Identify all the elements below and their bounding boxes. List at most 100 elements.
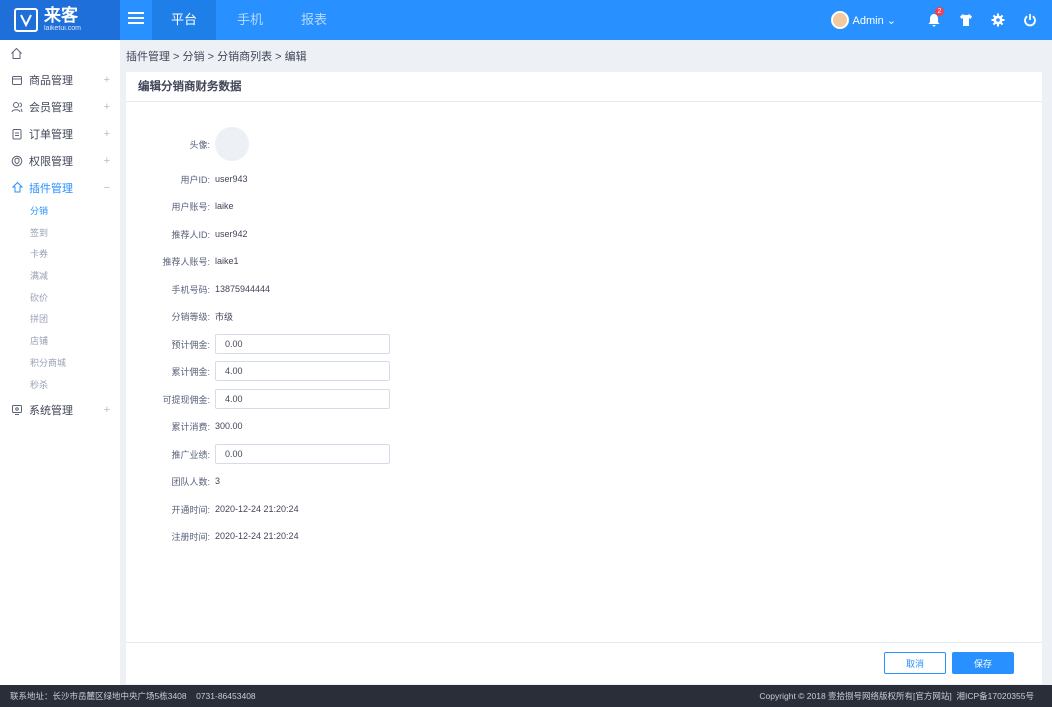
plus-icon: + — [103, 154, 110, 167]
user-id-row: 用户ID: user943 — [126, 168, 526, 190]
phone-row: 手机号码: 13875944444 — [126, 278, 526, 300]
minus-icon: − — [103, 181, 110, 194]
phone-label: 手机号码: — [171, 284, 210, 295]
total-commission-row: 累计佣金: — [126, 360, 526, 382]
tab-mobile[interactable]: 手机 — [222, 0, 278, 40]
edit-card: 编辑分销商财务数据 头像: 用户ID: user943 用户账号: laike … — [126, 72, 1042, 684]
breadcrumb[interactable]: 插件管理 > 分销 > 分销商列表 > 编辑 — [126, 48, 307, 64]
reg-time-label: 注册时间: — [171, 531, 210, 542]
tab-reports[interactable]: 报表 — [286, 0, 342, 40]
clipboard-icon — [10, 127, 24, 141]
withdrawable-row: 可提现佣金: — [126, 388, 526, 410]
tab-platform[interactable]: 平台 — [152, 0, 216, 40]
sidebar-subitem-coupons[interactable]: 卡券 — [0, 244, 120, 266]
sidebar-item-products[interactable]: 商品管理 + — [0, 66, 120, 93]
promo-perf-input[interactable] — [215, 444, 390, 464]
sidebar-item-label: 系统管理 — [29, 404, 73, 417]
sidebar-subitem-discount[interactable]: 满减 — [0, 266, 120, 288]
est-commission-row: 预计佣金: — [126, 333, 526, 355]
referrer-account-row: 推荐人账号: laike1 — [126, 250, 526, 272]
account-row: 用户账号: laike — [126, 195, 526, 217]
team-size-row: 团队人数: 3 — [126, 470, 526, 492]
sidebar-item-permissions[interactable]: 权限管理 + — [0, 147, 120, 174]
open-time-value: 2020-12-24 21:20:24 — [215, 504, 299, 514]
account-label: 用户账号: — [171, 201, 210, 212]
footer-contact: 联系地址：长沙市岳麓区绿地中央广场5栋3408 0731-86453408 — [10, 691, 256, 701]
user-id-value: user943 — [215, 174, 248, 184]
total-consumption-label: 累计消费: — [171, 421, 210, 432]
est-commission-input[interactable] — [215, 334, 390, 354]
sidebar-item-label: 会员管理 — [29, 101, 73, 114]
avatar-row: 头像: — [126, 127, 526, 161]
form-actions: 取消 保存 — [126, 642, 1042, 684]
promo-perf-row: 推广业绩: — [126, 443, 526, 465]
level-row: 分销等级: 市级 — [126, 305, 526, 327]
gear-icon[interactable] — [982, 0, 1014, 40]
referrer-id-value: user942 — [215, 229, 248, 239]
team-size-label: 团队人数: — [171, 476, 210, 487]
phone-value: 13875944444 — [215, 284, 271, 294]
menu-toggle-icon[interactable] — [128, 12, 144, 28]
top-bar: 来客 laiketui.com 平台 手机 报表 Admin ⌄ 2 — [0, 0, 1052, 40]
theme-shirt-icon[interactable] — [950, 0, 982, 40]
sidebar-item-label: 订单管理 — [29, 128, 73, 141]
level-label: 分销等级: — [171, 311, 210, 322]
save-button[interactable]: 保存 — [952, 652, 1014, 674]
plus-icon: + — [103, 73, 110, 86]
sidebar-subitem-bargain[interactable]: 砍价 — [0, 288, 120, 310]
logo-mark-icon — [14, 8, 38, 32]
page-title: 编辑分销商财务数据 — [126, 72, 1042, 102]
brand-name: 来客 — [44, 5, 78, 25]
withdrawable-label: 可提现佣金: — [162, 394, 210, 405]
cancel-button[interactable]: 取消 — [884, 652, 946, 674]
puzzle-icon — [10, 181, 24, 195]
sidebar-subitem-checkin[interactable]: 签到 — [0, 223, 120, 245]
footer-copyright[interactable]: Copyright © 2018 壹拾捌号网络版权所有[官方网站] 湘ICP备1… — [759, 685, 1034, 707]
monitor-icon — [10, 403, 24, 417]
page-footer: 联系地址：长沙市岳麓区绿地中央广场5栋3408 0731-86453408 Co… — [0, 685, 1052, 707]
shield-icon — [10, 154, 24, 168]
user-avatar[interactable] — [830, 11, 849, 29]
sidebar-item-orders[interactable]: 订单管理 + — [0, 120, 120, 147]
sidebar-subitem-stores[interactable]: 店铺 — [0, 331, 120, 353]
referrer-account-label: 推荐人账号: — [162, 256, 210, 267]
power-icon[interactable] — [1014, 0, 1046, 40]
total-consumption-row: 累计消费: 300.00 — [126, 415, 526, 437]
plus-icon: + — [103, 127, 110, 140]
sidebar-item-plugins[interactable]: 插件管理 − — [0, 174, 120, 201]
level-value: 市级 — [215, 311, 234, 322]
user-id-label: 用户ID: — [180, 174, 210, 185]
sidebar-subitem-points-mall[interactable]: 积分商城 — [0, 353, 120, 375]
box-icon — [10, 73, 24, 87]
home-icon[interactable] — [0, 40, 120, 66]
avatar-label: 头像: — [189, 139, 210, 150]
account-value: laike — [215, 201, 234, 211]
sidebar-item-label: 商品管理 — [29, 74, 73, 87]
bell-icon[interactable]: 2 — [918, 0, 950, 40]
user-menu[interactable]: Admin ⌄ — [853, 14, 896, 27]
promo-perf-label: 推广业绩: — [171, 449, 210, 460]
sidebar-item-label: 权限管理 — [29, 155, 73, 168]
withdrawable-input[interactable] — [215, 389, 390, 409]
total-commission-label: 累计佣金: — [171, 366, 210, 377]
notification-badge: 2 — [935, 7, 944, 16]
open-time-row: 开通时间: 2020-12-24 21:20:24 — [126, 498, 526, 520]
sidebar-subitem-distribution[interactable]: 分销 — [0, 201, 120, 223]
referrer-account-value: laike1 — [215, 256, 239, 266]
team-size-value: 3 — [215, 476, 221, 486]
sidebar-subitem-flash-sale[interactable]: 秒杀 — [0, 375, 120, 397]
reg-time-row: 注册时间: 2020-12-24 21:20:24 — [126, 525, 526, 547]
users-icon — [10, 100, 24, 114]
sidebar-item-members[interactable]: 会员管理 + — [0, 93, 120, 120]
sidebar-item-label: 插件管理 — [29, 182, 73, 195]
total-commission-input[interactable] — [215, 361, 390, 381]
brand-domain: laiketui.com — [44, 24, 81, 32]
est-commission-label: 预计佣金: — [171, 339, 210, 350]
sidebar-subitem-group-buy[interactable]: 拼团 — [0, 309, 120, 331]
plus-icon: + — [103, 100, 110, 113]
open-time-label: 开通时间: — [171, 504, 210, 515]
avatar — [215, 127, 249, 161]
reg-time-value: 2020-12-24 21:20:24 — [215, 531, 299, 541]
logo[interactable]: 来客 laiketui.com — [0, 0, 120, 40]
sidebar-item-system[interactable]: 系统管理 + — [0, 396, 120, 423]
